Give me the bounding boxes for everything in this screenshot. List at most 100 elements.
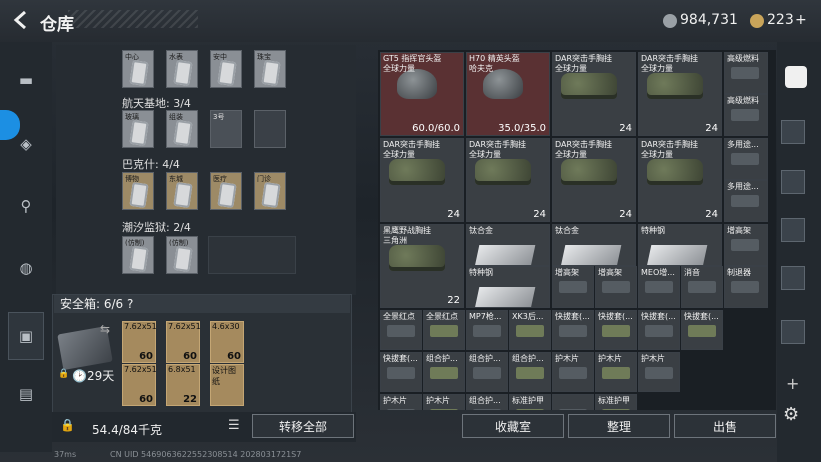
key-slot-empty[interactable] xyxy=(254,110,286,148)
group-label-aerospace: 航天基地: 3/4 xyxy=(122,97,191,110)
item-attachment[interactable]: 快拔套(... xyxy=(595,310,637,350)
item-attachment[interactable]: 组合护... xyxy=(509,352,551,392)
item-chest-rig[interactable]: 黑鹰野战胸挂 三角洲 22 xyxy=(380,224,464,308)
item-attachment[interactable]: 快拔套(... xyxy=(638,310,680,350)
item-chest-rig[interactable]: DAR突击手胸挂 全球力量 24 xyxy=(466,138,550,222)
key-slot[interactable]: (仿制) xyxy=(122,236,154,274)
inventory-grid: GT5 指挥官头盔 全球力量 60.0/60.0 H70 精英头盔 哈夫克 35.0/35… xyxy=(378,50,776,410)
item-attachment[interactable]: 护木片 xyxy=(638,352,680,392)
key-slot[interactable]: 东城 xyxy=(166,172,198,210)
right-sidebar xyxy=(777,42,821,462)
item-attachment[interactable]: 标准护甲 xyxy=(595,394,637,410)
item-attachment[interactable]: 组合护... xyxy=(466,394,508,410)
item-attachment[interactable]: 护木片 xyxy=(595,352,637,392)
item-attachment[interactable]: 快拔套(... xyxy=(552,310,594,350)
safe-box-label: 安全箱: 6/6 xyxy=(60,297,124,311)
item-attachment[interactable]: 全景红点 xyxy=(423,310,465,350)
key-slot[interactable]: 组装 xyxy=(166,110,198,148)
list-icon[interactable]: ☰ xyxy=(228,418,240,433)
item-attachment[interactable]: 标准护甲 xyxy=(509,394,551,410)
organize-button[interactable]: 整理 xyxy=(568,414,670,438)
bond-coin-icon xyxy=(750,14,764,28)
item-helmet[interactable]: H70 精英头盔 哈夫克 35.0/35.0 xyxy=(466,52,550,136)
key-slot[interactable]: (仿制) xyxy=(166,236,198,274)
swap-icon[interactable]: ⇆ xyxy=(100,322,110,336)
item-fuel[interactable]: 高级燃料 xyxy=(724,94,768,136)
item-attachment[interactable]: MEO增... xyxy=(638,266,680,308)
item-attachment[interactable]: 组合护... xyxy=(466,352,508,392)
safe-item[interactable]: 7.62x51 60 xyxy=(122,364,157,406)
item-riser[interactable]: 增高架 xyxy=(552,266,594,308)
group-label-tidal-prison: 潮汐监狱: 2/4 xyxy=(122,221,191,234)
briefcase-icon[interactable]: ▤ xyxy=(8,374,44,414)
key-slot[interactable]: 门诊 xyxy=(254,172,286,210)
item-attachment[interactable] xyxy=(552,394,594,410)
bond-balance: 223 xyxy=(767,12,794,28)
item-attachment[interactable]: 护木片 xyxy=(552,352,594,392)
key-slot-empty[interactable]: 3号 xyxy=(210,110,242,148)
storage-tab[interactable] xyxy=(781,218,805,242)
item-tool[interactable]: 多用途... xyxy=(724,180,768,222)
safe-box-header: 安全箱: 6/6 ? xyxy=(54,295,350,313)
help-icon[interactable]: ? xyxy=(127,297,133,311)
item-titanium[interactable]: 钛合金 xyxy=(552,224,636,266)
item-attachment[interactable]: 组合护... xyxy=(423,352,465,392)
coin-icon xyxy=(663,14,677,28)
key-list-panel xyxy=(56,45,356,295)
add-tab-icon[interactable]: + xyxy=(786,374,799,393)
item-chest-rig[interactable]: DAR突击手胸挂 全球力量 24 xyxy=(552,52,636,136)
item-attachment[interactable]: 护木片 xyxy=(380,394,422,410)
item-chest-rig[interactable]: DAR突击手胸挂 全球力量 24 xyxy=(638,138,722,222)
settings-gear-icon[interactable]: ⚙ xyxy=(783,404,799,425)
item-chest-rig[interactable]: DAR突击手胸挂 全球力量 24 xyxy=(552,138,636,222)
group-label-bakesh: 巴克什: 4/4 xyxy=(122,158,180,171)
safe-item[interactable]: 7.62x51 60 xyxy=(122,321,157,363)
item-chest-rig[interactable]: DAR突击手胸挂 全球力量 24 xyxy=(380,138,464,222)
key-slot[interactable]: 中心 xyxy=(122,50,154,88)
safe-box-days: 🕑29天 xyxy=(72,369,115,383)
item-titanium[interactable]: 钛合金 xyxy=(466,224,550,266)
key-slot[interactable]: 安中 xyxy=(210,50,242,88)
item-attachment[interactable]: 全景红点 xyxy=(380,310,422,350)
item-fuel[interactable]: 高级燃料 xyxy=(724,52,768,94)
sell-button[interactable]: 出售 xyxy=(674,414,776,438)
item-riser[interactable]: 增高架 xyxy=(724,224,768,266)
add-currency-button[interactable]: + xyxy=(795,12,807,28)
collection-room-button[interactable]: 收藏室 xyxy=(462,414,564,438)
key-slot[interactable]: 水表 xyxy=(166,50,198,88)
storage-tab[interactable] xyxy=(781,170,805,194)
item-attachment[interactable]: MP7枪... xyxy=(466,310,508,350)
item-chest-rig[interactable]: DAR突击手胸挂 全球力量 24 xyxy=(638,52,722,136)
item-suppressor[interactable]: 消音 xyxy=(681,266,723,308)
item-muzzle-brake[interactable]: 制退器 xyxy=(724,266,768,308)
uid-text: CN UID 5469063622552308514 2028031721S7 xyxy=(110,450,302,459)
item-riser[interactable]: 增高架 xyxy=(595,266,637,308)
bag-icon[interactable]: ◍ xyxy=(8,248,44,288)
key-slot[interactable]: 珠宝 xyxy=(254,50,286,88)
safe-item[interactable]: 4.6x30 60 xyxy=(210,321,244,363)
key-slot[interactable]: 玻璃 xyxy=(122,110,154,148)
item-steel[interactable]: 特种钢 xyxy=(466,266,550,308)
item-attachment[interactable]: 护木片 xyxy=(423,394,465,410)
storage-tab[interactable] xyxy=(781,320,805,344)
safe-item[interactable]: 6.8x51 22 xyxy=(166,364,200,406)
container-tab-icon[interactable] xyxy=(785,66,807,88)
item-helmet[interactable]: GT5 指挥官头盔 全球力量 60.0/60.0 xyxy=(380,52,464,136)
item-attachment[interactable]: 快拔套(... xyxy=(681,310,723,350)
item-attachment[interactable]: XK3后... xyxy=(509,310,551,350)
key-slot[interactable]: 博物 xyxy=(122,172,154,210)
back-arrow-icon[interactable] xyxy=(12,10,30,30)
safe-item[interactable]: 7.62x51 60 xyxy=(166,321,201,363)
item-steel[interactable]: 特种钢 xyxy=(638,224,722,266)
item-tool[interactable]: 多用途... xyxy=(724,138,768,180)
backpack-icon[interactable]: ⚲ xyxy=(8,186,44,226)
storage-tab[interactable] xyxy=(781,120,805,144)
item-attachment[interactable]: 快拔套(... xyxy=(380,352,422,392)
lock-icon: 🔒 xyxy=(58,369,70,379)
transfer-all-button[interactable]: 转移全部 xyxy=(252,414,354,438)
pistol-icon[interactable]: ▬ xyxy=(8,60,44,100)
clipboard-icon[interactable]: ▣ xyxy=(8,312,44,360)
safe-item[interactable]: 设计图纸 xyxy=(210,364,244,406)
key-slot[interactable]: 医疗 xyxy=(210,172,242,210)
storage-tab[interactable] xyxy=(781,266,805,290)
